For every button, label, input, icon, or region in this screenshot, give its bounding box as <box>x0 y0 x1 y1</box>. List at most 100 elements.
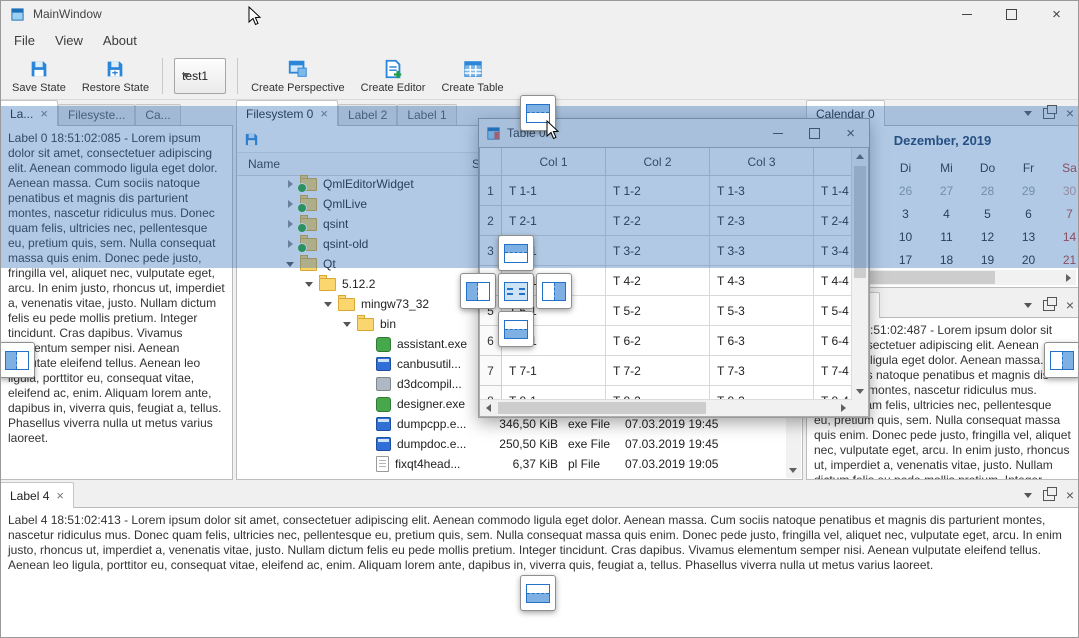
table-cell[interactable]: T 4-4 <box>814 266 852 296</box>
tab-filesystem-1[interactable]: Filesyste... <box>58 104 135 125</box>
table-cell[interactable]: T 5-2 <box>606 296 710 326</box>
table-cell[interactable]: T 2-4 <box>814 206 852 236</box>
calendar-day[interactable]: 28 <box>967 184 1008 198</box>
tab-close-icon[interactable]: × <box>40 107 48 120</box>
chevron-down-icon[interactable] <box>320 302 336 307</box>
save-state-button[interactable]: Save State <box>4 52 74 100</box>
chevron-right-icon[interactable] <box>282 180 298 188</box>
table-cell[interactable]: T 6-2 <box>606 326 710 356</box>
dock-drop-indicator-area-right[interactable] <box>536 273 572 309</box>
calendar-day[interactable]: 7 <box>1049 207 1079 221</box>
table-cell[interactable]: T 3-4 <box>814 236 852 266</box>
perspective-combobox[interactable]: test1 <box>174 58 226 94</box>
calendar-day[interactable]: 5 <box>967 207 1008 221</box>
table-cell[interactable]: T 1-2 <box>606 176 710 206</box>
scroll-down-icon[interactable] <box>789 468 797 473</box>
scrollbar-thumb[interactable] <box>854 166 866 278</box>
table-cell[interactable]: T 2-3 <box>710 206 814 236</box>
chevron-right-icon[interactable] <box>282 240 298 248</box>
close-icon[interactable]: × <box>846 126 855 141</box>
dock-drop-indicator-bottom-edge[interactable] <box>520 575 556 611</box>
table-cell[interactable]: T 8-2 <box>606 386 710 400</box>
table-cell[interactable]: T 7-2 <box>606 356 710 386</box>
scroll-up-icon[interactable] <box>856 154 864 159</box>
column-header-name[interactable]: Name <box>248 157 280 171</box>
panel-close-icon[interactable]: × <box>1066 106 1074 120</box>
calendar-day[interactable]: 29 <box>1008 184 1049 198</box>
tree-item[interactable]: dumpdoc.e...250,50 KiBexe File07.03.2019… <box>237 434 787 454</box>
dock-drop-indicator-area-center[interactable] <box>498 273 534 309</box>
table-cell[interactable]: T 1-4 <box>814 176 852 206</box>
table-cell[interactable]: T 2-2 <box>606 206 710 236</box>
create-editor-button[interactable]: Create Editor <box>353 52 434 100</box>
chevron-right-icon[interactable] <box>282 220 298 228</box>
calendar-day[interactable]: 14 <box>1049 230 1079 244</box>
table-cell[interactable]: T 4-2 <box>606 266 710 296</box>
panel-menu-icon[interactable] <box>1024 111 1032 116</box>
minimize-button[interactable] <box>944 0 989 28</box>
panel-menu-icon[interactable] <box>1024 493 1032 498</box>
table-cell[interactable]: T 4-3 <box>710 266 814 296</box>
calendar-day[interactable]: 26 <box>885 184 926 198</box>
calendar-day[interactable]: 6 <box>1008 207 1049 221</box>
menu-view[interactable]: View <box>45 30 93 51</box>
menu-file[interactable]: File <box>4 30 45 51</box>
tab-label1[interactable]: Label 1 <box>397 104 456 125</box>
table-cell[interactable]: T 8-1 <box>502 386 606 400</box>
dock-drop-indicator-area-top[interactable] <box>498 235 534 271</box>
create-table-button[interactable]: Create Table <box>433 52 511 100</box>
calendar-day[interactable]: 19 <box>967 253 1008 267</box>
restore-state-button[interactable]: Restore State <box>74 52 157 100</box>
table-cell[interactable]: T 7-4 <box>814 356 852 386</box>
calendar-day[interactable]: 3 <box>885 207 926 221</box>
row-header[interactable]: 1 <box>480 176 502 206</box>
chevron-down-icon[interactable] <box>282 262 298 267</box>
panel-close-icon[interactable]: × <box>1066 298 1074 312</box>
row-header[interactable]: 7 <box>480 356 502 386</box>
dock-drop-indicator-area-left[interactable] <box>460 273 496 309</box>
horizontal-scrollbar[interactable] <box>480 399 852 416</box>
table-cell[interactable]: T 3-2 <box>606 236 710 266</box>
panel-float-icon[interactable] <box>1043 490 1055 501</box>
table-cell[interactable]: T 5-4 <box>814 296 852 326</box>
calendar-day[interactable]: 18 <box>926 253 967 267</box>
table-cell[interactable]: T 7-3 <box>710 356 814 386</box>
tab-close-icon[interactable]: × <box>56 489 64 502</box>
column-header[interactable]: Col 4 <box>814 148 852 176</box>
dock-drop-indicator-left-edge[interactable] <box>0 342 35 378</box>
calendar-day[interactable]: 13 <box>1008 230 1049 244</box>
calendar-day[interactable]: 30 <box>1049 184 1079 198</box>
column-header[interactable]: Col 2 <box>606 148 710 176</box>
calendar-day[interactable]: 17 <box>885 253 926 267</box>
close-button[interactable]: × <box>1034 0 1079 28</box>
vertical-scrollbar[interactable] <box>851 148 868 400</box>
tab-label2[interactable]: Label 2 <box>338 104 397 125</box>
panel-float-icon[interactable] <box>1043 300 1055 311</box>
calendar-day[interactable]: 20 <box>1008 253 1049 267</box>
table-cell[interactable]: T 6-3 <box>710 326 814 356</box>
minimize-icon[interactable] <box>773 133 783 134</box>
calendar-day[interactable]: 4 <box>926 207 967 221</box>
tab-calendar-1[interactable]: Ca... <box>135 104 180 125</box>
tab-close-icon[interactable]: × <box>320 107 328 120</box>
table-cell[interactable]: T 1-1 <box>502 176 606 206</box>
tab-filesystem0[interactable]: Filesystem 0 × <box>236 100 338 126</box>
table-cell[interactable]: T 8-3 <box>710 386 814 400</box>
calendar-day[interactable]: 11 <box>926 230 967 244</box>
panel-float-icon[interactable] <box>1043 108 1055 119</box>
column-header[interactable]: Col 3 <box>710 148 814 176</box>
save-icon[interactable] <box>243 131 260 148</box>
scroll-down-icon[interactable] <box>856 389 864 394</box>
dock-drop-indicator-area-bottom[interactable] <box>498 311 534 347</box>
scroll-right-icon[interactable] <box>841 404 846 412</box>
panel-menu-icon[interactable] <box>1024 303 1032 308</box>
scrollbar-thumb[interactable] <box>498 402 706 414</box>
tab-label0[interactable]: La... × <box>0 100 58 126</box>
maximize-button[interactable] <box>989 0 1034 28</box>
column-header[interactable]: Col 1 <box>502 148 606 176</box>
calendar-day[interactable]: 10 <box>885 230 926 244</box>
chevron-down-icon[interactable] <box>339 322 355 327</box>
table-cell[interactable]: T 7-1 <box>502 356 606 386</box>
table-cell[interactable]: T 8-4 <box>814 386 852 400</box>
scroll-right-icon[interactable] <box>1066 274 1071 282</box>
